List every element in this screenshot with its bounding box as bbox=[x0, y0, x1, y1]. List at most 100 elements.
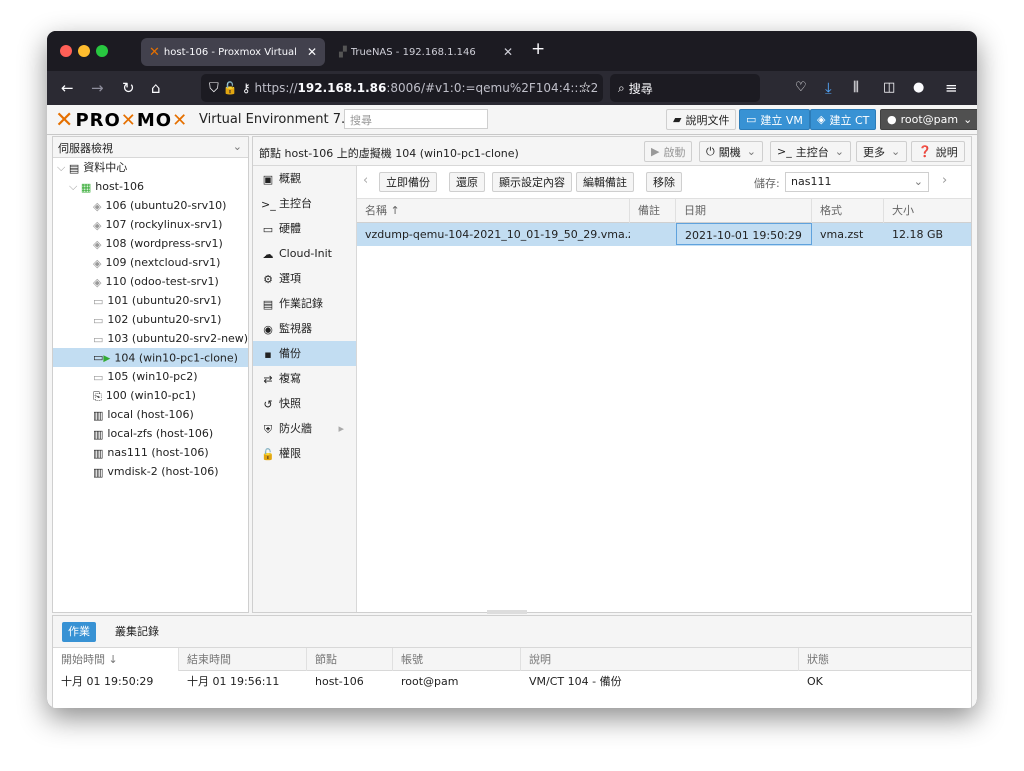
tree-item[interactable]: ▥ local (host-106) bbox=[53, 405, 248, 424]
new-tab-button[interactable]: + bbox=[531, 39, 545, 59]
show-config-button[interactable]: 顯示設定內容 bbox=[492, 172, 572, 192]
collapse-icon[interactable]: ⌵ bbox=[57, 161, 65, 174]
remove-button[interactable]: 移除 bbox=[646, 172, 682, 192]
col-size[interactable]: 大小 bbox=[884, 199, 971, 223]
chevron-down-icon: ⌄ bbox=[913, 175, 923, 188]
submenu-item[interactable]: ▪ 備份 bbox=[253, 341, 356, 366]
pocket-icon[interactable]: ♡ bbox=[795, 77, 807, 99]
create-ct-button[interactable]: ◈ 建立 CT bbox=[810, 109, 877, 130]
submenu-item[interactable]: ☁ Cloud-Init bbox=[253, 241, 356, 266]
forward-icon[interactable]: → bbox=[91, 77, 104, 99]
col-user[interactable]: 帳號 bbox=[393, 648, 521, 672]
close-window-button[interactable] bbox=[60, 45, 72, 57]
tree-item[interactable]: ◈ 109 (nextcloud-srv1) bbox=[53, 253, 248, 272]
task-panel: 作業 叢集記錄 開始時間 ↓ 結束時間 節點 帳號 說明 狀態 十月 01 19… bbox=[52, 615, 972, 708]
tree-item[interactable]: ◈ 110 (odoo-test-srv1) bbox=[53, 272, 248, 291]
scroll-left-icon[interactable]: ‹ bbox=[363, 173, 368, 188]
sidebar-icon[interactable]: ◫ bbox=[883, 77, 895, 99]
back-icon[interactable]: ← bbox=[61, 77, 74, 99]
submenu-item[interactable]: ⇄ 複寫 bbox=[253, 366, 356, 391]
chevron-down-icon: ⌄ bbox=[232, 140, 242, 153]
col-start-time[interactable]: 開始時間 ↓ bbox=[53, 648, 179, 672]
tree-item[interactable]: ▭ 101 (ubuntu20-srv1) bbox=[53, 291, 248, 310]
tree-item[interactable]: ▥ vmdisk-2 (host-106) bbox=[53, 462, 248, 481]
insecure-lock-icon[interactable]: 🔓 bbox=[223, 81, 238, 95]
downloads-icon[interactable]: ⤓ bbox=[825, 77, 832, 99]
zoom-window-button[interactable] bbox=[96, 45, 108, 57]
terminal-icon: >_ bbox=[777, 145, 792, 158]
tree-item[interactable]: ◈ 108 (wordpress-srv1) bbox=[53, 234, 248, 253]
col-status[interactable]: 狀態 bbox=[799, 648, 971, 672]
col-description[interactable]: 說明 bbox=[521, 648, 799, 672]
url-bar[interactable]: ⛉ 🔓 ⚷ https:// 192.168.1.86 :8006/#v1:0:… bbox=[201, 74, 603, 102]
restore-button[interactable]: 還原 bbox=[449, 172, 485, 192]
panel-splitter[interactable] bbox=[487, 610, 527, 614]
tree-item[interactable]: ▥ local-zfs (host-106) bbox=[53, 424, 248, 443]
more-button[interactable]: 更多 ⌄ bbox=[856, 141, 908, 162]
browser-tab-truenas[interactable]: ▞ TrueNAS - 192.168.1.146 ✕ bbox=[331, 38, 521, 66]
tab-tasks[interactable]: 作業 bbox=[62, 622, 96, 642]
submenu-item[interactable]: ↺ 快照 bbox=[253, 391, 356, 416]
account-avatar-icon[interactable]: ● bbox=[913, 77, 924, 99]
tree-item[interactable]: ⎘ 100 (win10-pc1) bbox=[53, 386, 248, 405]
storage-select[interactable]: nas111 ⌄ bbox=[785, 172, 929, 192]
cell-size: 12.18 GB bbox=[892, 228, 944, 241]
pve-search-input[interactable]: 搜尋 bbox=[344, 109, 488, 129]
docs-button[interactable]: ▰ 說明文件 bbox=[666, 109, 737, 130]
submenu-item[interactable]: ⚙ 選項 bbox=[253, 266, 356, 291]
scroll-right-icon[interactable]: › bbox=[942, 173, 947, 188]
shield-icon[interactable]: ⛉ bbox=[209, 81, 219, 96]
browser-tab-proxmox[interactable]: ✕ host-106 - Proxmox Virtual Envi ✕ bbox=[141, 38, 325, 66]
browser-search-box[interactable]: ⌕ 搜尋 bbox=[610, 74, 760, 102]
submenu-item[interactable]: ▭ 硬體 bbox=[253, 216, 356, 241]
close-tab-icon[interactable]: ✕ bbox=[307, 45, 317, 59]
tab-cluster-log[interactable]: 叢集記錄 bbox=[109, 622, 165, 642]
permissions-key-icon[interactable]: ⚷ bbox=[242, 81, 251, 95]
view-selector[interactable]: 伺服器檢視 ⌄ bbox=[53, 137, 248, 158]
library-icon[interactable]: ⫼ bbox=[853, 77, 859, 99]
table-row[interactable]: 十月 01 19:50:29 十月 01 19:56:11 host-106 r… bbox=[53, 671, 971, 693]
tree-item[interactable]: ▭ 102 (ubuntu20-srv1) bbox=[53, 310, 248, 329]
col-date[interactable]: 日期 bbox=[676, 199, 812, 223]
tree-item[interactable]: ▭ 103 (ubuntu20-srv2-new) bbox=[53, 329, 248, 348]
col-name[interactable]: 名稱 ↑ bbox=[357, 199, 630, 223]
home-icon[interactable]: ⌂ bbox=[151, 77, 161, 99]
edit-notes-button[interactable]: 編輯備註 bbox=[576, 172, 634, 192]
submenu-item[interactable]: ◉ 監視器 bbox=[253, 316, 356, 341]
power-icon: ⏻ bbox=[706, 144, 715, 158]
submenu-item[interactable]: ⛨ 防火牆 ▸ bbox=[253, 416, 356, 441]
backup-now-button[interactable]: 立即備份 bbox=[379, 172, 437, 192]
tree-item[interactable]: ◈ 106 (ubuntu20-srv10) bbox=[53, 196, 248, 215]
reload-icon[interactable]: ↻ bbox=[122, 77, 135, 99]
tree-item[interactable]: ▭▶ 104 (win10-pc1-clone) bbox=[53, 348, 248, 367]
start-button[interactable]: ▶ 啟動 bbox=[644, 141, 693, 162]
tree-item[interactable]: ▥ nas111 (host-106) bbox=[53, 443, 248, 462]
col-format[interactable]: 格式 bbox=[812, 199, 884, 223]
help-button[interactable]: ❓ 說明 bbox=[911, 141, 965, 162]
col-end-time[interactable]: 結束時間 bbox=[179, 648, 307, 672]
tree-item[interactable]: ◈ 107 (rockylinux-srv1) bbox=[53, 215, 248, 234]
search-icon: ⌕ bbox=[618, 80, 625, 95]
close-tab-icon[interactable]: ✕ bbox=[503, 45, 513, 59]
collapse-icon[interactable]: ⌵ bbox=[69, 180, 77, 193]
tree-node-host[interactable]: ⌵ ▦ host-106 bbox=[53, 177, 248, 196]
submenu-item[interactable]: ▣ 概觀 bbox=[253, 166, 356, 191]
console-button[interactable]: >_ 主控台 ⌄ bbox=[770, 141, 851, 162]
col-node[interactable]: 節點 bbox=[307, 648, 393, 672]
floppy-icon: ▪ bbox=[264, 347, 272, 361]
table-row[interactable]: vzdump-qemu-104-2021_10_01-19_50_29.vma.… bbox=[357, 223, 971, 246]
submenu-item[interactable]: 🔓 權限 bbox=[253, 441, 356, 466]
tree-datacenter[interactable]: ⌵ ▤ 資料中心 bbox=[53, 158, 248, 177]
minimize-window-button[interactable] bbox=[78, 45, 90, 57]
menu-icon[interactable]: ≡ bbox=[945, 77, 958, 99]
col-notes[interactable]: 備註 bbox=[630, 199, 676, 223]
user-menu-button[interactable]: ● root@pam ⌄ bbox=[880, 109, 977, 130]
submenu-item[interactable]: >_ 主控台 bbox=[253, 191, 356, 216]
expand-icon[interactable]: ▸ bbox=[338, 416, 344, 441]
create-vm-button[interactable]: ▭ 建立 VM bbox=[739, 109, 810, 130]
tree-item[interactable]: ▭ 105 (win10-pc2) bbox=[53, 367, 248, 386]
shutdown-button[interactable]: ⏻ 關機 ⌄ bbox=[699, 141, 763, 162]
cloud-icon: ☁ bbox=[262, 247, 274, 261]
bookmark-star-icon[interactable]: ☆ bbox=[579, 77, 592, 99]
submenu-item[interactable]: ▤ 作業記錄 bbox=[253, 291, 356, 316]
